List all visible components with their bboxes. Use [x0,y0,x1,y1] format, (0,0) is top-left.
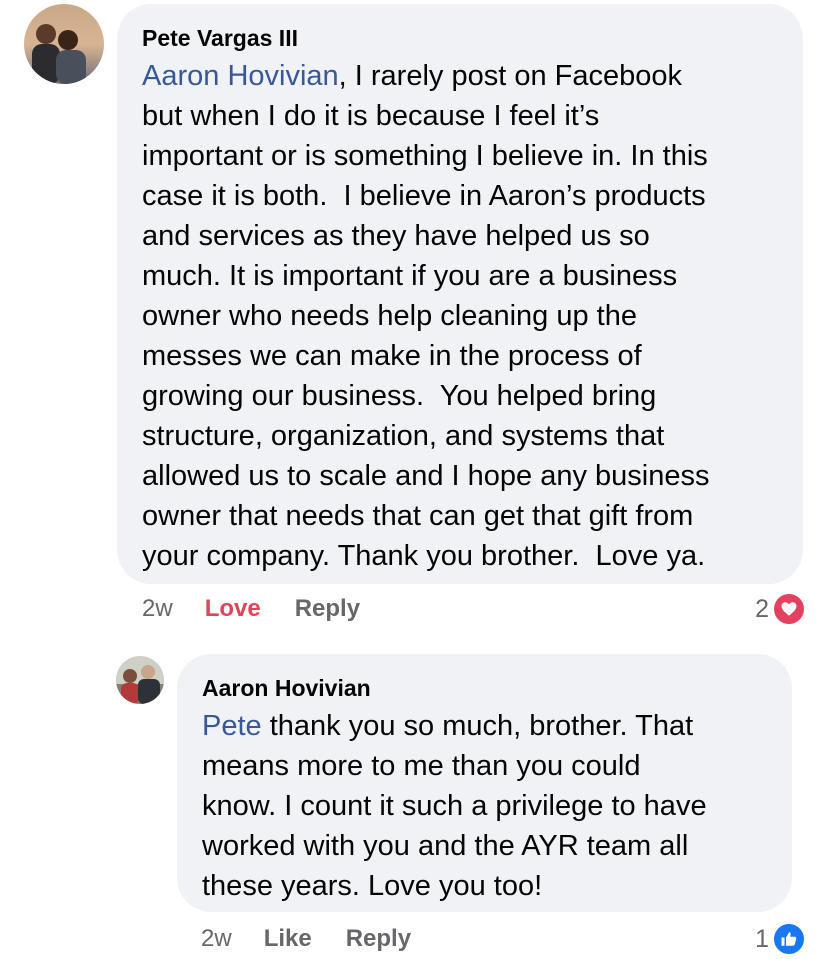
comment-text-line: these years. Love you too! [202,870,543,902]
comment-text-line: owner who needs help cleaning up the [142,300,637,332]
comment-text: Pete thank you so much, brother. That me… [202,706,768,906]
timestamp[interactable]: 2w [201,925,232,953]
comment-text-line: means more to me than you could [202,750,641,782]
comment-text-line: and services as they have helped us so [142,220,650,252]
mention-link[interactable]: Aaron Hovivian [142,60,339,92]
comment-text-line: owner that needs that can get that gift … [142,500,694,532]
reply-button[interactable]: Reply [346,925,411,953]
comment-text-line: worked with you and the AYR team all [202,830,689,862]
heart-icon [772,592,806,626]
comment-text-line: , I rarely post on Facebook [338,60,682,92]
reaction-summary[interactable]: 1 [755,922,806,956]
timestamp[interactable]: 2w [142,595,173,623]
love-button[interactable]: Love [205,595,261,623]
thumbs-up-icon [772,922,806,956]
comment-text-line: your company. Thank you brother. Love ya… [142,540,706,572]
comment-text-line: much. It is important if you are a busin… [142,260,678,292]
comment-text-line: know. I count it such a privilege to hav… [202,790,707,822]
avatar-pete-vargas[interactable] [24,4,104,84]
comment-text-line: allowed us to scale and I hope any busin… [142,460,710,492]
comment-text-line: important or is something I believe in. … [142,140,708,172]
comment-text: Aaron Hovivian, I rarely post on Faceboo… [142,56,779,576]
comment-text-line: messes we can make in the process of [142,340,642,372]
comment-author-name[interactable]: Pete Vargas III [142,24,779,52]
comment-actions: 2w Like Reply [201,924,411,954]
like-button[interactable]: Like [264,925,312,953]
comment-bubble-pete: Pete Vargas III Aaron Hovivian, I rarely… [117,4,803,584]
avatar-aaron-hovivian[interactable] [116,656,164,704]
comment-bubble-aaron: Aaron Hovivian Pete thank you so much, b… [177,654,792,912]
mention-link[interactable]: Pete [202,710,262,742]
comment-author-name[interactable]: Aaron Hovivian [202,674,768,702]
reply-button[interactable]: Reply [295,595,360,623]
comment-text-line: case it is both. I believe in Aaron’s pr… [142,180,706,212]
reaction-count: 1 [755,924,769,953]
comment-text-line: but when I do it is because I feel it’s [142,100,600,132]
comment-text-line: structure, organization, and systems tha… [142,420,665,452]
reaction-summary[interactable]: 2 [755,592,806,626]
comment-text-line: growing our business. You helped bring [142,380,657,412]
reaction-count: 2 [755,594,769,623]
comment-text-line: thank you so much, brother. That [261,710,694,742]
comment-actions: 2w Love Reply [142,594,360,624]
